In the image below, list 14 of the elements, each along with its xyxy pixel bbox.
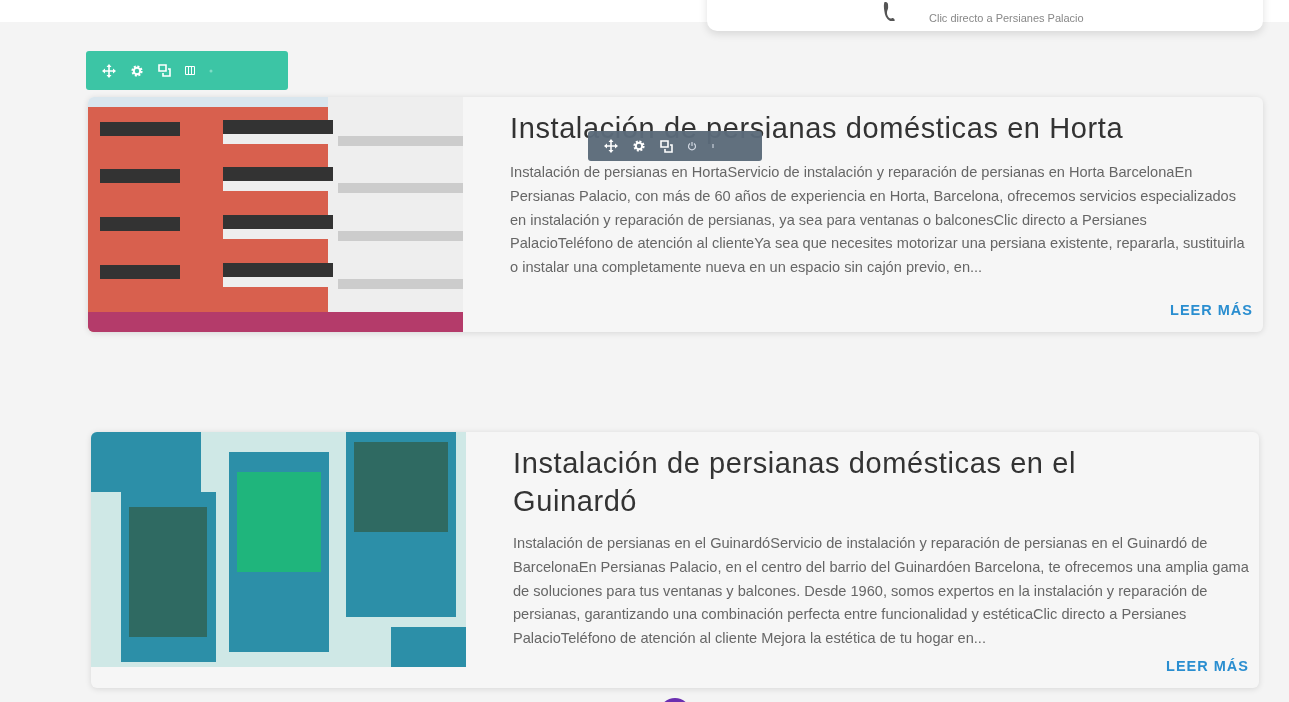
duplicate-icon[interactable] — [158, 64, 171, 77]
phone-icon — [883, 2, 896, 21]
move-icon[interactable] — [604, 139, 618, 153]
columns-icon[interactable] — [185, 66, 195, 75]
settings-icon[interactable] — [632, 139, 646, 153]
post-excerpt: Instalación de persianas en HortaServicio de instalación y reparación de persianas en Horta BarcelonaEn Persianas Palacio, con más de 60 años de experiencia en Horta, Barcelona, ofrecemos servicios especializados en instalación y reparación de persianas, ya sea para ventanas o balconesClic directo a Persianes PalacioTeléfono de atención al clienteYa sea que necesites motorizar una persiana existente, repararla, sustituirla o instalar una completamente nueva en un espacio sin cajón previo, en... — [510, 163, 1246, 278]
post-excerpt: Instalación de persianas en el GuinardóServicio de instalación y reparación de persianas en el Guinardó de BarcelonaEn Persianas Palacio, en el centro del barrio del Guinardóen Barcelona, te ofrecemos una amplia gama de soluciones para tus ventanas y balcones. Desde 1960, somos expertos en la instalación y reparación de persianas, garantizando una combinación perfecta entre funcionalidad y estéticaClic directo a Persianes PalacioTeléfono de atención al cliente Mejora la estética de tu hogar en... — [513, 534, 1249, 649]
read-more-link[interactable]: LEER MÁS — [1170, 302, 1253, 318]
move-icon[interactable] — [102, 63, 116, 78]
post-title: Instalación de persianas domésticas en el Guinardó — [513, 446, 1078, 519]
settings-icon[interactable] — [130, 63, 144, 78]
contact-caption: Clic directo a Persianes Palacio — [929, 12, 1084, 24]
read-more-link[interactable]: LEER MÁS — [1166, 658, 1249, 674]
duplicate-icon[interactable] — [660, 139, 673, 153]
